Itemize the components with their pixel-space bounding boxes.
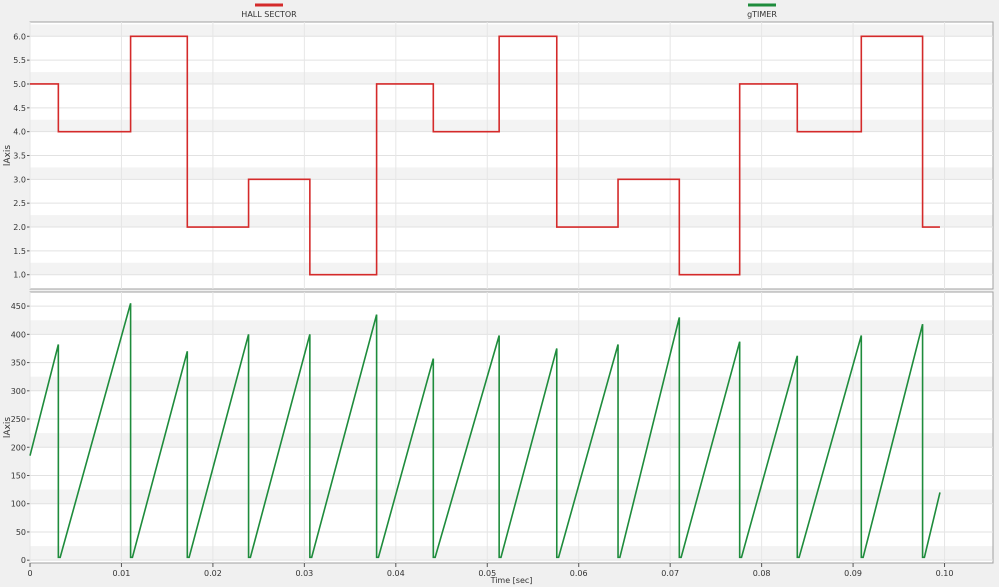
y-tick-label: 300 (11, 387, 26, 396)
grid-band (30, 24, 993, 37)
y-tick-label: 150 (11, 471, 26, 480)
x-tick-label: 0.04 (387, 569, 405, 578)
y-tick-label: 3.5 (13, 152, 26, 161)
y-tick-label: 5.0 (13, 80, 26, 89)
grid-band (30, 262, 993, 275)
chart-window: HALL SECTOR gTIMER 1.0 1.5 2.0 2.5 3.0 3.5 4.0 4.… (0, 0, 999, 587)
grid-band (30, 320, 993, 335)
y-axis-label: lAxis (3, 145, 13, 166)
x-tick-label: 0 (27, 569, 32, 578)
y-tick-label: 100 (11, 500, 26, 509)
y-tick-label: 50 (16, 528, 26, 537)
y-tick-label: 6.0 (13, 32, 26, 41)
y-tick-label: 3.0 (13, 175, 26, 184)
plot-panel-2: 0 50 100 150 200 250 300 350 400 450 lAxis (3, 291, 994, 565)
legend-label-hall-sector: HALL SECTOR (241, 10, 297, 19)
legend-label-gtimer: gTIMER (747, 10, 777, 19)
grid-band (30, 72, 993, 84)
grid-band (30, 119, 993, 132)
grid-band (30, 546, 993, 561)
x-tick-label: 0.10 (936, 569, 954, 578)
x-tick-label: 0.02 (204, 569, 222, 578)
y-tick-label: 4.0 (13, 128, 26, 137)
y-tick-label: 4.5 (13, 104, 26, 113)
y-tick-label: 5.5 (13, 56, 26, 65)
y-tick-label: 250 (11, 415, 26, 424)
x-tick-label: 0.09 (844, 569, 862, 578)
y-axis-label: lAxis (3, 417, 13, 438)
y-tick-label: 450 (11, 302, 26, 311)
x-tick-label: 0.08 (753, 569, 771, 578)
grid-band (30, 167, 993, 180)
grid-band (30, 489, 993, 504)
chart-canvas: HALL SECTOR gTIMER 1.0 1.5 2.0 2.5 3.0 3.5 4.0 4.… (0, 0, 999, 585)
y-tick-label: 200 (11, 443, 26, 452)
x-tick-label: 0.07 (661, 569, 679, 578)
y-tick-label: 400 (11, 330, 26, 339)
x-tick-label: 0.06 (570, 569, 588, 578)
y-tick-label: 1.0 (13, 271, 26, 280)
grid-band (30, 433, 993, 448)
y-tick-label: 2.5 (13, 199, 26, 208)
y-tick-label: 1.5 (13, 247, 26, 256)
y-tick-label: 2.0 (13, 223, 26, 232)
legend-band (0, 0, 999, 20)
y-tick-label: 350 (11, 359, 26, 368)
y-tick-label: 0 (21, 556, 26, 565)
x-tick-label: 0.03 (295, 569, 313, 578)
x-tick-label: 0.01 (113, 569, 131, 578)
grid-band (30, 215, 993, 228)
x-axis-label: Time [sec] (490, 576, 533, 585)
plot-panel-1: 1.0 1.5 2.0 2.5 3.0 3.5 4.0 4.5 5.0 5.5 6.0 lAxis (3, 21, 994, 290)
